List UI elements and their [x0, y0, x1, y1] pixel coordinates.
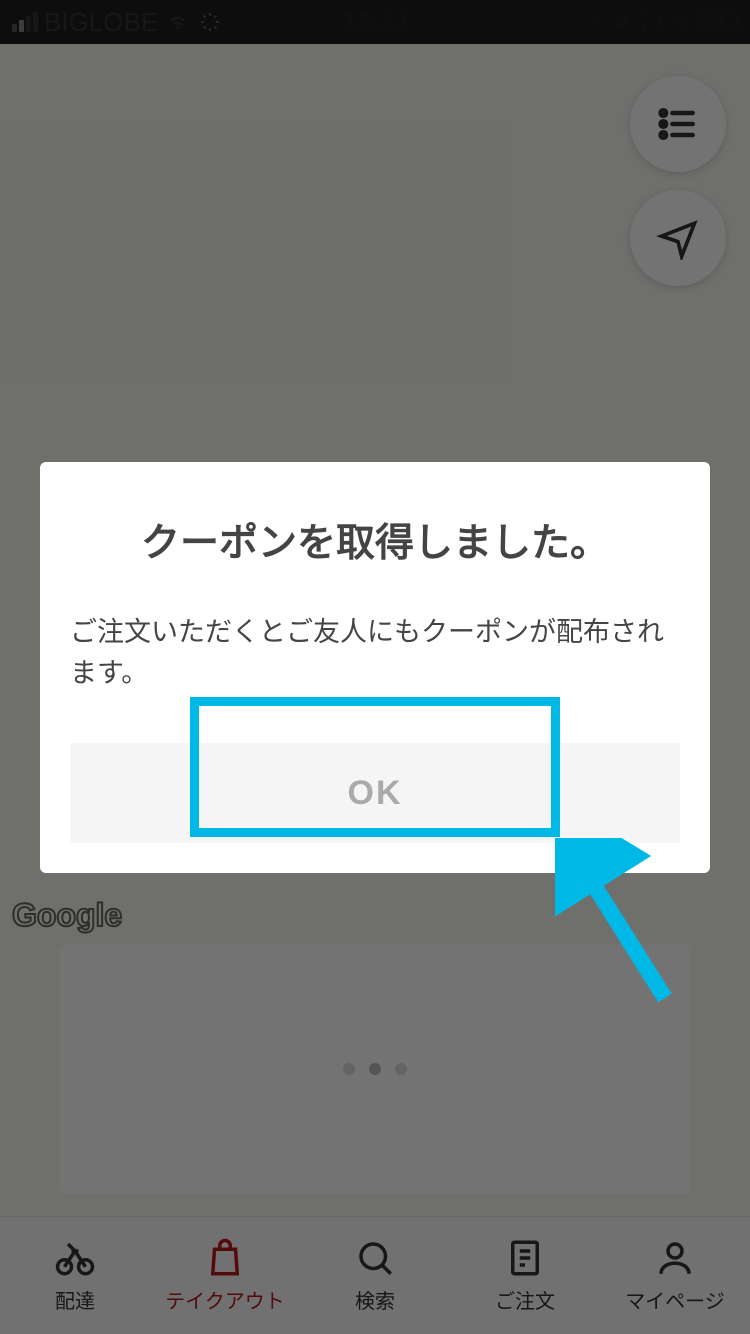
modal-title: クーポンを取得しました。: [40, 512, 710, 568]
ok-button[interactable]: OK: [70, 743, 680, 843]
modal-body: ご注文いただくとご友人にもクーポンが配布されます。: [40, 612, 710, 693]
coupon-modal: クーポンを取得しました。 ご注文いただくとご友人にもクーポンが配布されます。 O…: [40, 462, 710, 873]
